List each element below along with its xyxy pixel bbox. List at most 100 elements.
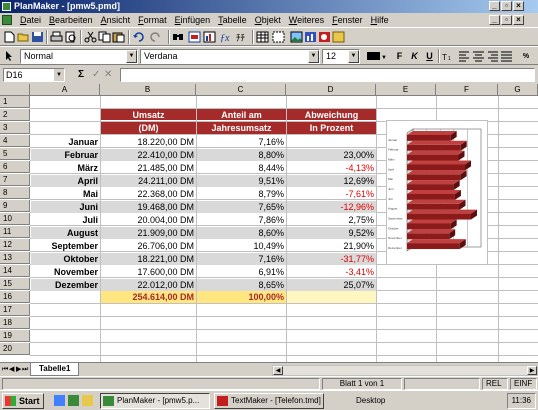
month-cell[interactable]: Dezember: [31, 279, 100, 291]
chart-bar[interactable]: [407, 170, 467, 181]
size-select[interactable]: 12 ▼: [322, 49, 360, 64]
insert-field-icon[interactable]: [188, 31, 201, 43]
menu-einfuegen[interactable]: Einfügen: [171, 13, 215, 27]
align-right-icon[interactable]: [486, 50, 499, 62]
new-document-icon[interactable]: [3, 31, 16, 43]
superscript-icon[interactable]: T1: [442, 50, 455, 62]
month-cell[interactable]: Februar: [31, 149, 100, 161]
menu-ansicht[interactable]: Ansicht: [97, 13, 135, 27]
row-header[interactable]: 14: [0, 265, 30, 277]
abweichung-cell[interactable]: 21,90%: [287, 240, 376, 252]
total-umsatz[interactable]: 254.614,00 DM: [101, 291, 196, 303]
next-sheet-icon[interactable]: ▶: [16, 365, 21, 375]
frame-icon[interactable]: [272, 31, 285, 43]
anteil-cell[interactable]: 7,16%: [197, 136, 286, 148]
chevron-down-icon[interactable]: ▼: [348, 50, 359, 63]
quicklaunch-folder-icon[interactable]: [82, 395, 93, 406]
umsatz-cell[interactable]: 22.368,00 DM: [101, 188, 196, 200]
month-cell[interactable]: September: [31, 240, 100, 252]
drawing-icon[interactable]: [318, 31, 331, 43]
menu-datei[interactable]: Datei: [16, 13, 45, 27]
insert-chart-icon[interactable]: [203, 31, 216, 43]
menu-fenster[interactable]: Fenster: [328, 13, 367, 27]
quicklaunch-ie-icon[interactable]: [54, 395, 65, 406]
undo-icon[interactable]: [132, 31, 145, 43]
anteil-cell[interactable]: 8,60%: [197, 227, 286, 239]
task-textmaker[interactable]: TextMaker - [Telefon.tmd]: [214, 393, 324, 409]
abweichung-cell[interactable]: 12,69%: [287, 175, 376, 187]
month-cell[interactable]: November: [31, 266, 100, 278]
prev-sheet-icon[interactable]: ◀: [9, 365, 14, 375]
embedded-chart[interactable]: Januar Februar März April Mai Juni Juli August S…: [386, 120, 488, 265]
column-header-d[interactable]: D: [286, 84, 376, 96]
text-color-icon[interactable]: ▼: [366, 50, 388, 62]
first-sheet-icon[interactable]: ⏮: [2, 365, 8, 375]
quicklaunch-desktop-icon[interactable]: [68, 395, 79, 406]
abweichung-cell[interactable]: 23,00%: [287, 149, 376, 161]
task-planmaker[interactable]: PlanMaker - [pmw5.p...: [100, 393, 210, 409]
row-header[interactable]: 16: [0, 291, 30, 303]
start-button[interactable]: Start: [2, 393, 44, 409]
month-cell[interactable]: August: [31, 227, 100, 239]
textbox-icon[interactable]: [332, 31, 345, 43]
abweichung-cell[interactable]: [287, 136, 376, 148]
find-icon[interactable]: [172, 31, 185, 43]
chevron-down-icon[interactable]: ▼: [308, 50, 319, 63]
align-left-icon[interactable]: [458, 50, 471, 62]
scroll-right-icon[interactable]: ▶: [527, 366, 537, 375]
last-sheet-icon[interactable]: ⏭: [22, 365, 28, 375]
restore-button[interactable]: ▫: [501, 1, 512, 11]
autoformat-icon[interactable]: ﾁﾁ: [236, 31, 249, 43]
row-header[interactable]: 2: [0, 109, 30, 121]
percent-format-button[interactable]: %: [515, 50, 537, 63]
formula-input[interactable]: [120, 68, 535, 82]
select-all-corner[interactable]: [0, 84, 30, 96]
column-header-c[interactable]: C: [196, 84, 286, 96]
umsatz-cell[interactable]: 17.600,00 DM: [101, 266, 196, 278]
umsatz-cell[interactable]: 19.468,00 DM: [101, 201, 196, 213]
umsatz-cell[interactable]: 21.909,00 DM: [101, 227, 196, 239]
row-header[interactable]: 4: [0, 135, 30, 147]
header-anteil[interactable]: Anteil am: [197, 109, 286, 121]
chart-bar[interactable]: [407, 199, 466, 210]
column-header-b[interactable]: B: [100, 84, 196, 96]
italic-button[interactable]: K: [408, 50, 421, 63]
umsatz-cell[interactable]: 22.410,00 DM: [101, 149, 196, 161]
style-select[interactable]: Normal ▼: [20, 49, 138, 64]
sheet-tab-tabelle1[interactable]: Tabelle1: [30, 363, 80, 376]
cell-d16-selected[interactable]: [287, 291, 376, 303]
paste-icon[interactable]: [112, 31, 125, 43]
menu-weiteres[interactable]: Weiteres: [285, 13, 328, 27]
minimize-button[interactable]: _: [489, 1, 500, 11]
umsatz-cell[interactable]: 18.221,00 DM: [101, 253, 196, 265]
save-icon[interactable]: [31, 31, 44, 43]
row-header[interactable]: 17: [0, 304, 30, 316]
copy-icon[interactable]: [98, 31, 111, 43]
print-icon[interactable]: [50, 31, 63, 43]
accept-button[interactable]: ✓: [92, 68, 100, 82]
chart-bar[interactable]: [407, 229, 456, 240]
chart-bar[interactable]: [407, 189, 461, 200]
month-cell[interactable]: Mai: [31, 188, 100, 200]
doc-restore-button[interactable]: ▫: [501, 15, 512, 25]
abweichung-cell[interactable]: -3,41%: [287, 266, 376, 278]
underline-button[interactable]: U: [423, 50, 436, 63]
month-cell[interactable]: Januar: [31, 136, 100, 148]
row-header[interactable]: 7: [0, 174, 30, 186]
abweichung-cell[interactable]: 25,07%: [287, 279, 376, 291]
spreadsheet-grid[interactable]: A B C D E F G 1 2 3 4 5 6 7 8 9 10 11 12 13 14 15 16 17 1…: [0, 84, 538, 362]
pointer-icon[interactable]: [3, 50, 16, 62]
redo-icon[interactable]: [149, 31, 162, 43]
abweichung-cell[interactable]: -12,96%: [287, 201, 376, 213]
header-umsatz[interactable]: Umsatz: [101, 109, 196, 121]
justify-icon[interactable]: [500, 50, 513, 62]
anteil-cell[interactable]: 8,65%: [197, 279, 286, 291]
function-icon[interactable]: ƒx: [220, 31, 233, 44]
chart-bar[interactable]: [407, 160, 472, 171]
anteil-cell[interactable]: 8,79%: [197, 188, 286, 200]
desktop-toolbar[interactable]: Desktop: [356, 396, 385, 405]
chart-bar[interactable]: [407, 180, 460, 191]
anteil-cell[interactable]: 7,65%: [197, 201, 286, 213]
abweichung-cell[interactable]: 2,75%: [287, 214, 376, 226]
cut-icon[interactable]: [84, 31, 97, 43]
